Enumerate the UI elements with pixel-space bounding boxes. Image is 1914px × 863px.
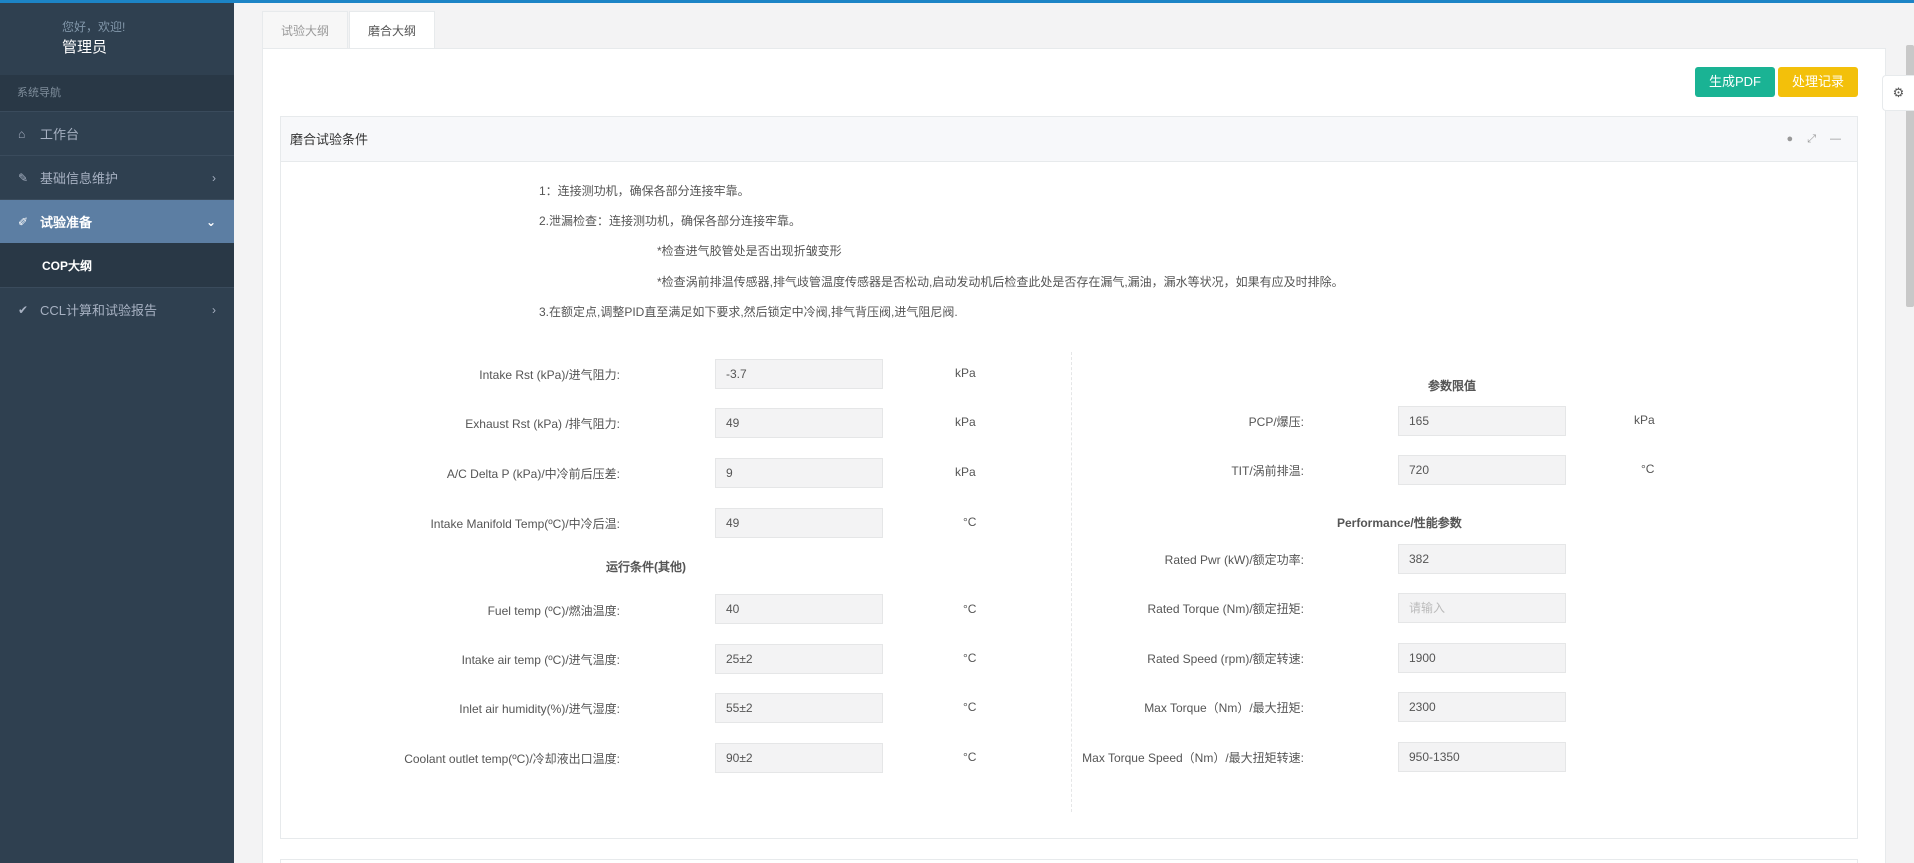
tab-bar: 试验大纲 磨合大纲 — [262, 11, 436, 49]
sidebar: 您好，欢迎! 管理员 系统导航 ⌂ 工作台 ✎ 基础信息维护 › ✐ 试验准备 … — [0, 0, 234, 863]
unit-label: kPa — [955, 465, 976, 479]
unit-label: kPa — [955, 415, 976, 429]
field-label: A/C Delta P (kPa)/中冷前后压差: — [446, 467, 620, 481]
field-label: Exhaust Rst (kPa) /排气阻力: — [465, 417, 620, 431]
intake-manifold-temp-field[interactable]: 49 — [715, 508, 883, 538]
field-label: Intake air temp (ºC)/进气温度: — [461, 653, 620, 667]
tab-run-in-outline[interactable]: 磨合大纲 — [349, 11, 436, 49]
column-divider — [1071, 352, 1072, 812]
field-label: Fuel temp (ºC)/燃油温度: — [487, 604, 620, 618]
nav-header: 系统导航 — [0, 75, 234, 111]
step-text: 1：连接测功机，确保各部分连接牢靠。 — [539, 184, 750, 198]
unit-label: °C — [963, 651, 977, 665]
field-label: Intake Manifold Temp(ºC)/中冷后温: — [430, 517, 620, 531]
step-text: 3.在额定点,调整PID直至满足如下要求,然后锁定中冷阀,排气背压阀,进气阻尼阀… — [539, 305, 958, 319]
color-drop-icon[interactable]: ● — [1787, 117, 1794, 162]
profile-block: 您好，欢迎! 管理员 — [0, 0, 234, 75]
box-tools: ● ⤢ — — [1787, 117, 1841, 162]
section-title: 参数限值 — [1428, 379, 1477, 393]
coolant-outlet-temp-field[interactable]: 90±2 — [715, 743, 883, 773]
sidebar-item-label: 试验准备 — [40, 215, 93, 230]
field-label: PCP/爆压: — [1248, 415, 1304, 429]
collapse-icon[interactable]: — — [1830, 117, 1841, 162]
step-text: 2.泄漏检查：连接测功机，确保各部分连接牢靠。 — [539, 214, 802, 228]
main-content: 试验大纲 磨合大纲 生成PDF 处理记录 磨合试验条件 ● ⤢ — 1：连接测功… — [234, 3, 1914, 863]
unit-label: °C — [963, 515, 977, 529]
field-label: Coolant outlet temp(ºC)/冷却液出口温度: — [404, 752, 620, 766]
section-title: Performance/性能参数 — [1337, 516, 1462, 530]
inlet-humidity-field[interactable]: 55±2 — [715, 693, 883, 723]
rated-torque-field[interactable]: 请输入 — [1398, 593, 1566, 623]
chevron-right-icon: › — [212, 302, 216, 317]
username[interactable]: 管理员 — [62, 36, 234, 57]
intake-rst-field[interactable]: -3.7 — [715, 359, 883, 389]
greeting-text: 您好，欢迎! — [62, 20, 126, 34]
generate-pdf-button[interactable]: 生成PDF — [1695, 67, 1776, 97]
unit-label: °C — [963, 750, 977, 764]
unit-label: kPa — [1634, 413, 1655, 427]
sidebar-item-workbench[interactable]: ⌂ 工作台 — [0, 111, 234, 155]
field-label: Max Torque Speed（Nm）/最大扭矩转速: — [1082, 751, 1304, 765]
chevron-right-icon: › — [212, 170, 216, 185]
field-label: Rated Speed (rpm)/额定转速: — [1147, 652, 1304, 666]
run-in-conditions-box: 磨合试验条件 ● ⤢ — 1：连接测功机，确保各部分连接牢靠。 2.泄漏检查：连… — [280, 116, 1858, 839]
field-label: Intake Rst (kPa)/进气阻力: — [479, 368, 620, 382]
field-label: Rated Torque (Nm)/额定扭矩: — [1147, 602, 1305, 616]
unit-label: kPa — [955, 366, 976, 380]
box-content: 1：连接测功机，确保各部分连接牢靠。 2.泄漏检查：连接测功机，确保各部分连接牢… — [281, 162, 1857, 839]
fuel-temp-field[interactable]: 40 — [715, 594, 883, 624]
unit-label: °C — [963, 700, 977, 714]
chevron-down-icon: ⌄ — [205, 214, 216, 229]
max-torque-speed-field[interactable]: 950-1350 — [1398, 742, 1566, 772]
ac-delta-p-field[interactable]: 9 — [715, 458, 883, 488]
field-label: Rated Pwr (kW)/额定功率: — [1164, 553, 1304, 567]
process-records-button[interactable]: 处理记录 — [1778, 67, 1859, 97]
sidebar-item-label: CCL计算和试验报告 — [40, 303, 158, 318]
field-label: TIT/涡前排温: — [1231, 464, 1304, 478]
field-label: Inlet air humidity(%)/进气湿度: — [459, 702, 620, 716]
sidebar-item-ccl-report[interactable]: ✔ CCL计算和试验报告 › — [0, 287, 234, 331]
box-title: 磨合试验条件 ● ⤢ — — [281, 117, 1857, 162]
next-box-edge — [280, 859, 1858, 863]
box-title-text: 磨合试验条件 — [290, 132, 369, 147]
tab-test-outline[interactable]: 试验大纲 — [262, 11, 349, 49]
rated-power-field[interactable]: 382 — [1398, 544, 1566, 574]
step-text: *检查进气胶管处是否出现折皱变形 — [657, 244, 842, 258]
sidebar-item-basic-info[interactable]: ✎ 基础信息维护 › — [0, 155, 234, 199]
intake-air-temp-field[interactable]: 25±2 — [715, 644, 883, 674]
rated-speed-field[interactable]: 1900 — [1398, 643, 1566, 673]
section-title: 运行条件(其他) — [606, 560, 686, 574]
wrench-icon: ✎ — [18, 170, 29, 185]
top-accent-bar — [0, 0, 1914, 3]
pcp-field[interactable]: 165 — [1398, 406, 1566, 436]
sidebar-item-label: 基础信息维护 — [40, 171, 119, 186]
exhaust-rst-field[interactable]: 49 — [715, 408, 883, 438]
field-label: Max Torque（Nm）/最大扭矩: — [1144, 701, 1304, 715]
max-torque-field[interactable]: 2300 — [1398, 692, 1566, 722]
gear-icon[interactable]: ⚙ — [1882, 75, 1914, 111]
unit-label: °C — [963, 602, 977, 616]
tit-field[interactable]: 720 — [1398, 455, 1566, 485]
expand-icon[interactable]: ⤢ — [1807, 117, 1816, 162]
sidebar-item-label: 工作台 — [40, 127, 80, 142]
unit-label: °C — [1641, 462, 1655, 476]
sidebar-item-test-prep[interactable]: ✐ 试验准备 ⌄ — [0, 199, 234, 243]
check-icon: ✔ — [18, 302, 29, 317]
sidebar-subitem-cop[interactable]: COP大纲 — [0, 243, 234, 287]
pencil-icon: ✐ — [18, 214, 29, 229]
home-icon: ⌂ — [18, 126, 26, 141]
tab-panel: 生成PDF 处理记录 磨合试验条件 ● ⤢ — 1：连接测功机，确保各部分连接牢… — [262, 48, 1886, 863]
step-text: *检查涡前排温传感器,排气歧管温度传感器是否松动,启动发动机后检查此处是否存在漏… — [657, 275, 1344, 289]
